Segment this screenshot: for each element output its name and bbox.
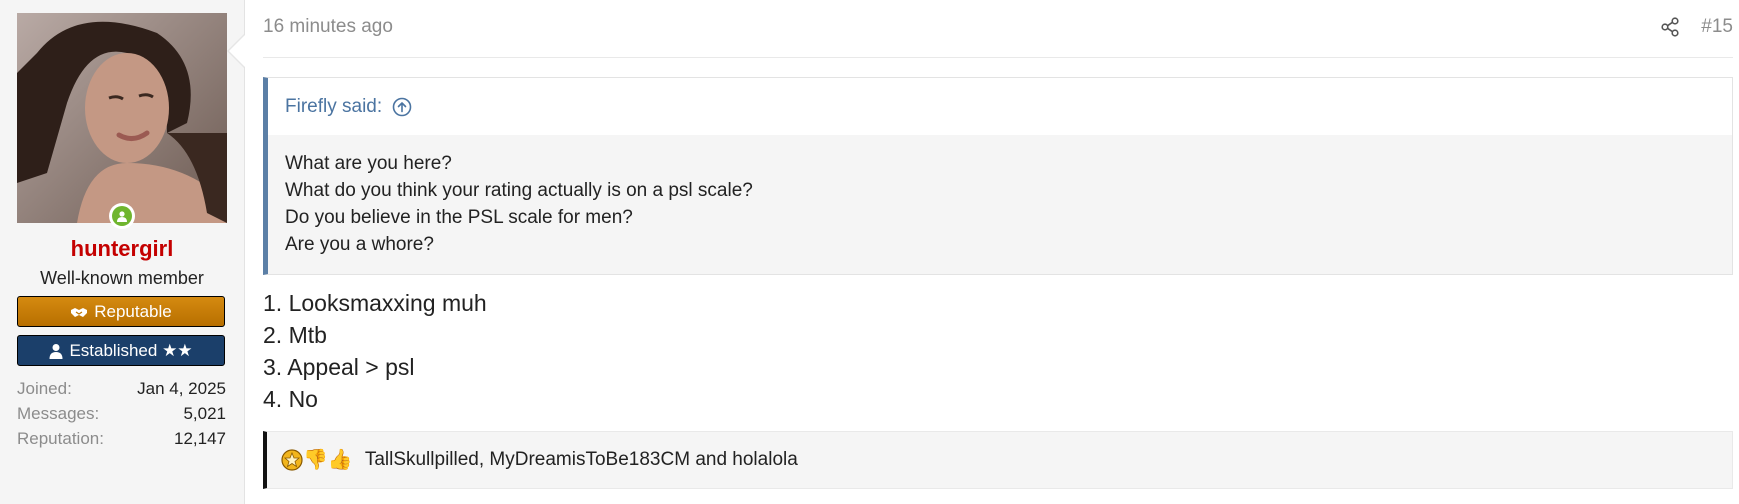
quote-line: Are you a whore?	[285, 234, 434, 255]
stat-joined: Joined: Jan 4, 2025	[17, 376, 226, 401]
established-banner: Established ★★	[17, 335, 225, 366]
user-online-icon	[117, 211, 127, 222]
arrow-up-circle-icon[interactable]	[392, 97, 412, 117]
established-banner-label: Established ★★	[69, 340, 193, 360]
thumbs-down-icon[interactable]: 👎	[303, 450, 328, 470]
answer-line: 3. Appeal > psl	[263, 354, 415, 380]
share-icon[interactable]	[1659, 16, 1681, 38]
reaction-users[interactable]: TallSkullpilled, MyDreamisToBe183CM and …	[365, 449, 798, 471]
post-timestamp[interactable]: 16 minutes ago	[263, 16, 393, 38]
user-icon	[49, 343, 63, 359]
stat-label: Reputation:	[17, 428, 104, 448]
stat-messages: Messages: 5,021	[17, 401, 226, 426]
reaction-icons[interactable]: 👎 👍	[281, 449, 353, 471]
quote-header: Firefly said:	[268, 78, 1732, 135]
quote-author-link[interactable]: Firefly said:	[285, 96, 382, 118]
stat-value[interactable]: 5,021	[183, 404, 226, 424]
quote-block: Firefly said: What are you here? What do…	[263, 77, 1733, 275]
post-body: 1. Looksmaxxing muh 2. Mtb 3. Appeal > p…	[263, 287, 487, 415]
stat-reputation: Reputation: 12,147	[17, 426, 226, 451]
thumbs-up-icon[interactable]: 👍	[328, 450, 353, 470]
answer-line: 1. Looksmaxxing muh	[263, 290, 487, 316]
user-title: Well-known member	[40, 268, 204, 288]
quote-line: What do you think your rating actually i…	[285, 180, 753, 201]
user-sidebar: huntergirl Well-known member Reputable E…	[0, 0, 245, 504]
post-number-link[interactable]: #15	[1701, 16, 1733, 38]
stat-label: Joined:	[17, 378, 72, 398]
quote-body: What are you here? What do you think you…	[268, 135, 1732, 258]
quote-line: Do you believe in the PSL scale for men?	[285, 207, 633, 228]
username[interactable]: huntergirl	[0, 236, 244, 262]
star-badge-icon[interactable]	[281, 449, 303, 471]
post-header: 16 minutes ago #15	[263, 0, 1733, 58]
reputable-banner-label: Reputable	[94, 301, 172, 321]
user-stats: Joined: Jan 4, 2025 Messages: 5,021 Repu…	[17, 376, 226, 451]
avatar-image	[17, 13, 227, 223]
stat-value: Jan 4, 2025	[137, 378, 226, 398]
reputable-banner: Reputable	[17, 296, 225, 327]
answer-line: 4. No	[263, 386, 318, 412]
stat-value: 12,147	[174, 428, 226, 448]
handshake-icon	[71, 307, 88, 317]
answer-line: 2. Mtb	[263, 322, 327, 348]
quote-line: What are you here?	[285, 153, 452, 174]
avatar[interactable]	[17, 13, 227, 223]
post-arrow-inner	[229, 35, 245, 67]
online-status-badge	[109, 203, 135, 229]
reactions-bar: 👎 👍 TallSkullpilled, MyDreamisToBe183CM …	[263, 431, 1733, 489]
stat-label: Messages:	[17, 403, 100, 423]
